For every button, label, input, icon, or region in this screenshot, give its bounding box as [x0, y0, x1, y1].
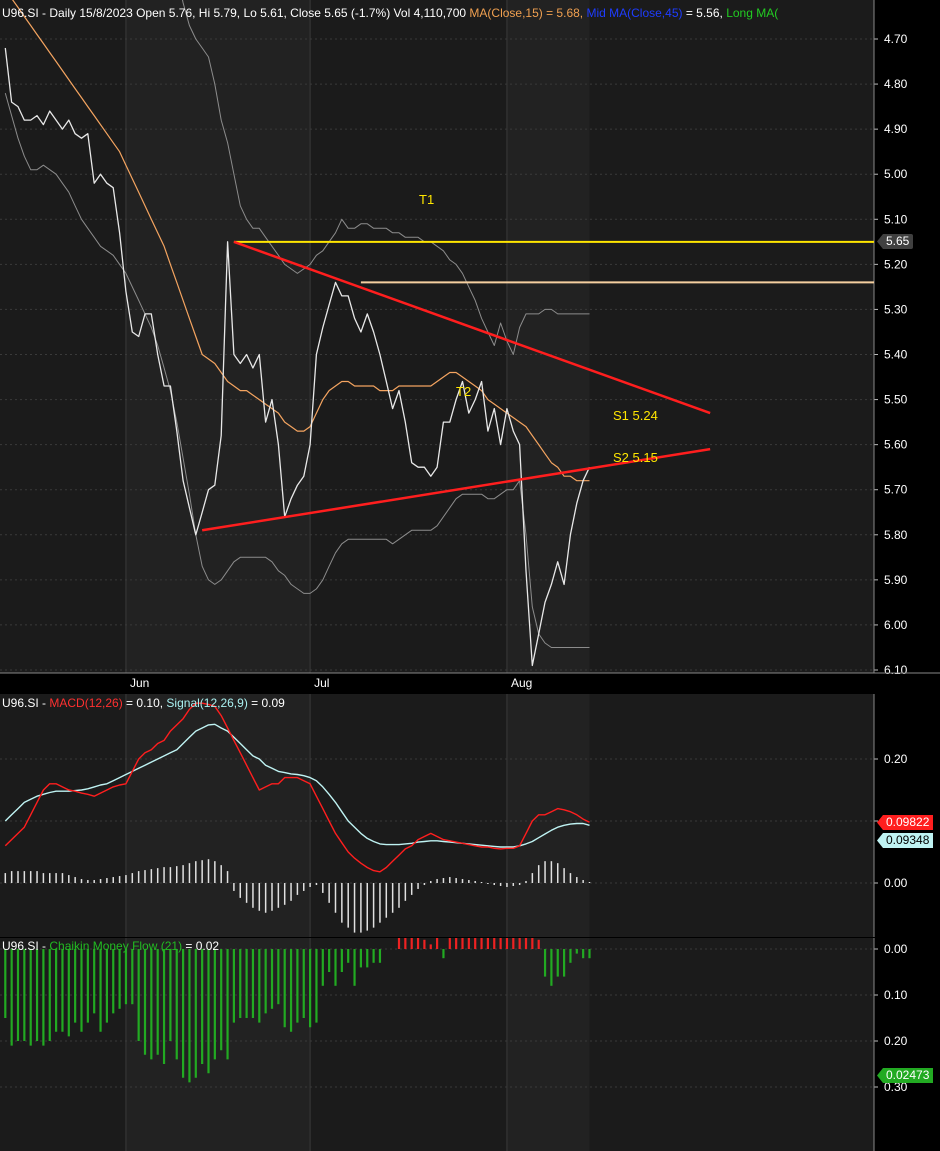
ma15-legend: MA(Close,15) = 5.68,	[469, 6, 584, 20]
y-tick-label: 5.90	[884, 573, 908, 587]
midma-legend-value: = 5.56,	[682, 6, 727, 20]
y-tick-label: 6.10	[884, 663, 908, 677]
macd-legend-name: MACD(12,26)	[49, 696, 123, 710]
y-tick-label: 5.30	[884, 302, 908, 316]
signal-last-label: 0.09348	[877, 833, 934, 848]
cmf-panel[interactable]: -0.100.000.100.200.30 U96.SI - Chaikin M…	[0, 938, 940, 1151]
cmf-last-label: 0.02473	[877, 1068, 934, 1083]
shade-aug	[506, 938, 590, 1151]
cmf-chart[interactable]: -0.100.000.100.200.30	[0, 938, 940, 1151]
y-tick-label: 4.70	[884, 32, 908, 46]
t2-label: T2	[456, 384, 471, 399]
macd-panel[interactable]: 0.000.100.20 U96.SI - MACD(12,26) = 0.10…	[0, 694, 940, 937]
y-tick-label: 5.00	[884, 167, 908, 181]
longma-legend: Long MA(	[726, 6, 779, 20]
midma-legend: Mid MA(Close,45)	[583, 6, 683, 20]
y-tick-label: 4.80	[884, 77, 908, 91]
price-chart[interactable]: 4.70 4.80 4.90 5.00 5.10 5.20 5.30 5.40 5.50 5.60…	[0, 0, 940, 693]
y-tick-label: 0.00	[884, 942, 908, 956]
y-tick-label: 5.70	[884, 483, 908, 497]
y-tick-label: 5.50	[884, 393, 908, 407]
s2-label: S2 5.15	[613, 450, 658, 465]
price-panel[interactable]: 4.70 4.80 4.90 5.00 5.10 5.20 5.30 5.40 5.50 5.60…	[0, 0, 940, 693]
signal-legend-name: Signal(12,26,9)	[166, 696, 248, 710]
y-tick-label: 5.80	[884, 528, 908, 542]
price-legend-prefix: U96.SI - Daily 15/8/2023 Open 5.76, Hi 5…	[2, 6, 470, 20]
t1-label: T1	[419, 192, 434, 207]
price-legend: U96.SI - Daily 15/8/2023 Open 5.76, Hi 5…	[2, 6, 778, 20]
y-tick-label: 0.20	[884, 1034, 908, 1048]
signal-legend-value: = 0.09	[247, 696, 285, 710]
cmf-legend-prefix: U96.SI -	[2, 939, 50, 953]
y-tick-label: 5.40	[884, 348, 908, 362]
x-tick-label: Jun	[130, 676, 149, 690]
y-tick-label: 5.60	[884, 438, 908, 452]
y-tick-label: 0.10	[884, 988, 908, 1002]
cmf-legend-value: = 0.02	[182, 939, 220, 953]
y-tick-label: 0.20	[884, 752, 908, 766]
macd-legend-value: = 0.10,	[122, 696, 167, 710]
y-tick-label: 4.90	[884, 122, 908, 136]
cmf-legend-name: Chaikin Money Flow (21)	[49, 939, 183, 953]
shade-aug	[506, 0, 590, 673]
y-tick-label: 0.00	[884, 876, 908, 890]
macd-legend: U96.SI - MACD(12,26) = 0.10, Signal(12,2…	[2, 696, 285, 710]
macd-last-label: 0.09822	[877, 815, 934, 830]
cmf-legend: U96.SI - Chaikin Money Flow (21) = 0.02	[2, 939, 219, 953]
macd-chart[interactable]: 0.000.100.20	[0, 694, 940, 937]
y-tick-label: 6.00	[884, 618, 908, 632]
s1-label: S1 5.24	[613, 408, 658, 423]
shade-jun	[125, 694, 311, 937]
x-tick-label: Aug	[511, 676, 532, 690]
y-tick-label: 5.20	[884, 257, 908, 271]
macd-legend-prefix: U96.SI -	[2, 696, 50, 710]
shade-jun	[125, 938, 311, 1151]
last-price-label: 5.65	[877, 234, 914, 249]
x-tick-label: Jul	[314, 676, 329, 690]
y-tick-label: 5.10	[884, 212, 908, 226]
